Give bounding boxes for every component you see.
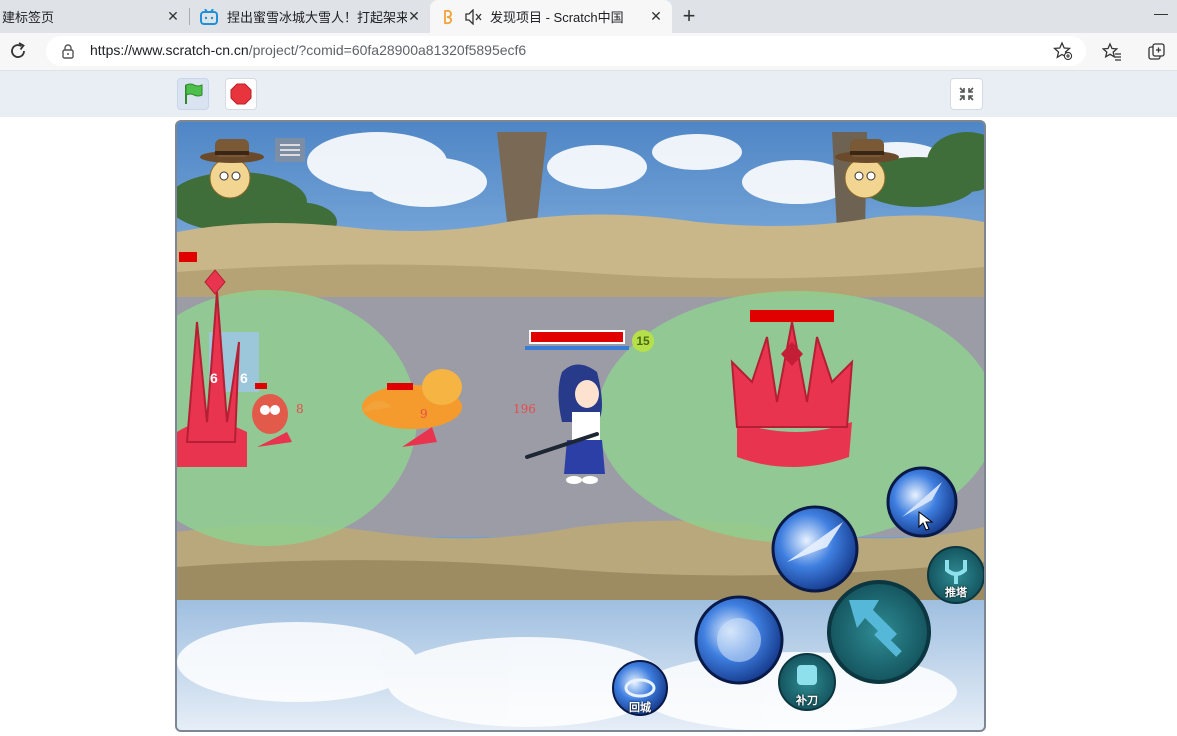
close-icon[interactable]: ✕	[406, 8, 422, 24]
scratch-stage[interactable]: 15 6 6 196 8 9 推塔 补刀 回城	[175, 120, 986, 732]
menu-icon[interactable]	[275, 138, 305, 162]
tab-title: 发现项目 - Scratch中国	[490, 10, 624, 25]
stop-icon	[230, 83, 252, 105]
exit-fullscreen-button[interactable]	[950, 78, 983, 110]
bilibili-icon	[200, 8, 218, 25]
skill-2-icon[interactable]	[771, 505, 859, 593]
last-hit-label: 补刀	[796, 695, 818, 707]
minimize-button[interactable]	[1154, 14, 1168, 15]
add-favorite-icon[interactable]	[1053, 41, 1073, 61]
skill-1-icon[interactable]	[886, 466, 958, 538]
game-scene	[177, 122, 984, 730]
tower-hp-bar	[179, 252, 197, 262]
lock-icon[interactable]	[60, 43, 76, 59]
player-level-badge: 15	[632, 330, 654, 352]
new-tab-button[interactable]: +	[678, 5, 700, 28]
url-path: /project/?comid=60fa28900a81320f5895ecf6	[248, 42, 527, 58]
damage-number: 8	[296, 402, 304, 416]
stop-button[interactable]	[225, 78, 257, 110]
scratch-favicon-icon	[444, 9, 453, 24]
tower-label: 6	[210, 370, 218, 386]
tower-hp-bar	[750, 310, 834, 322]
tab-video[interactable]: 捏出蜜雪冰城大雪人！打起架来 ✕	[190, 0, 430, 33]
muted-speaker-icon[interactable]	[464, 8, 482, 25]
green-flag-button[interactable]	[177, 78, 209, 110]
close-icon[interactable]: ✕	[648, 8, 664, 24]
address-bar[interactable]: https://www.scratch-cn.cn/project/?comid…	[46, 36, 1086, 66]
favorites-icon[interactable]	[1102, 42, 1122, 62]
tab-scratch[interactable]: 发现项目 - Scratch中国 ✕	[430, 0, 672, 33]
tower-label: 6	[240, 370, 248, 386]
push-tower-label: 推塔	[945, 587, 967, 599]
reload-icon[interactable]	[8, 41, 28, 61]
attack-button[interactable]	[827, 580, 931, 684]
collections-icon[interactable]	[1147, 42, 1167, 62]
player-mana-bar	[525, 346, 629, 350]
close-icon[interactable]: ✕	[165, 8, 181, 24]
exit-fullscreen-icon	[959, 87, 974, 101]
tab-strip: 建标签页 ✕ 捏出蜜雪冰城大雪人！打起架来 ✕ 发现项目 - Scratch中国…	[0, 0, 1177, 33]
damage-number: 9	[420, 407, 428, 421]
tab-new-tab[interactable]: 建标签页 ✕	[0, 0, 189, 33]
skill-3-icon[interactable]	[694, 595, 784, 685]
player-hp-bar	[531, 332, 623, 342]
recall-label: 回城	[629, 702, 651, 714]
tab-title: 建标签页	[2, 10, 55, 25]
url-host: https://www.scratch-cn.cn	[90, 42, 249, 58]
scratch-player-toolbar	[0, 71, 1177, 117]
green-flag-icon	[185, 83, 203, 104]
navigation-bar: https://www.scratch-cn.cn/project/?comid…	[0, 33, 1177, 71]
url-text[interactable]: https://www.scratch-cn.cn/project/?comid…	[90, 42, 526, 58]
tab-title: 捏出蜜雪冰城大雪人！打起架来	[227, 10, 407, 25]
damage-number: 196	[513, 402, 536, 416]
